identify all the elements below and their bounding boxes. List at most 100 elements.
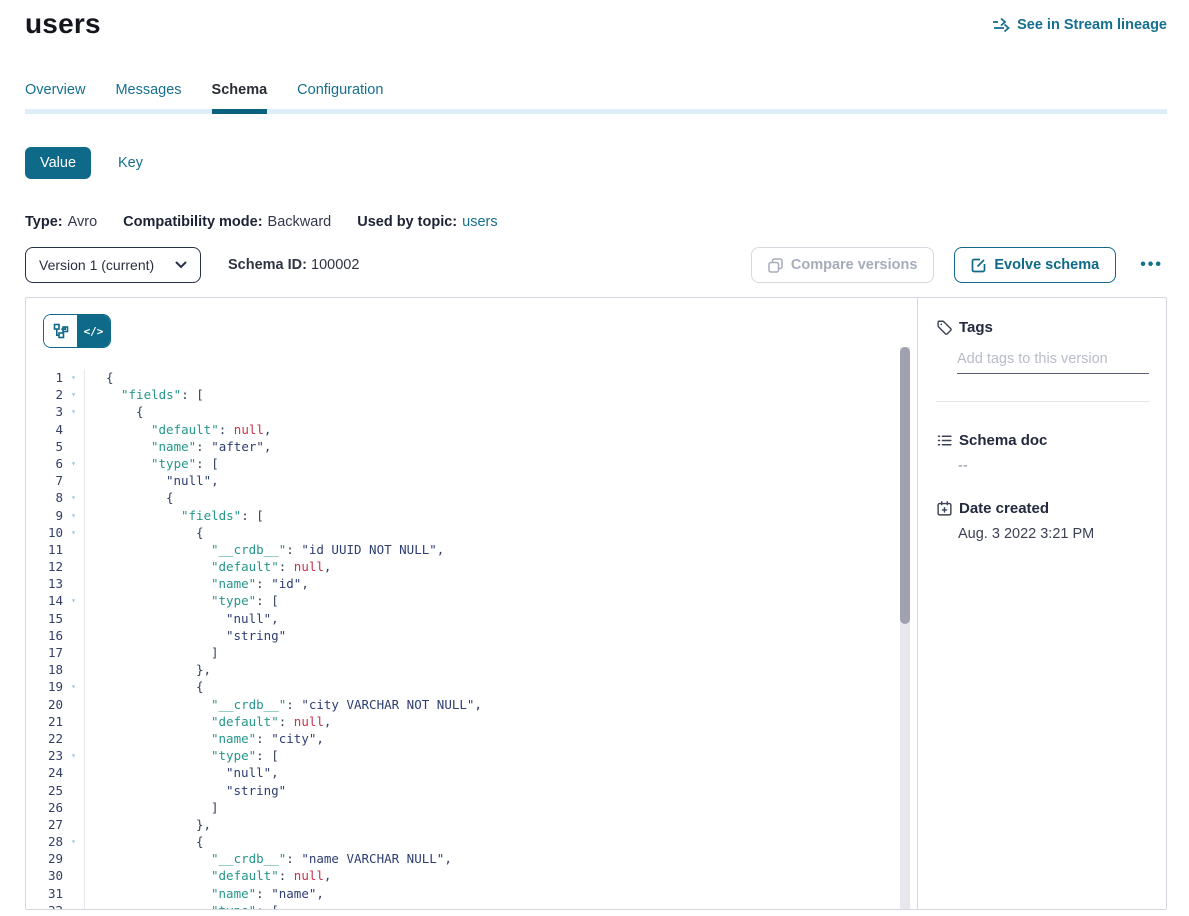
code-line: 11 "__crdb__": "id UUID NOT NULL", [26, 541, 917, 558]
tree-view-button[interactable] [44, 315, 77, 347]
code-line: 5 "name": "after", [26, 438, 917, 455]
fold-spacer [63, 885, 84, 902]
code-text: "__crdb__": "id UUID NOT NULL", [84, 541, 917, 558]
line-number: 1 [26, 369, 63, 386]
fold-arrow-icon[interactable]: ▾ [63, 386, 84, 403]
add-tags-input[interactable] [957, 351, 1149, 374]
line-number: 2 [26, 386, 63, 403]
fold-spacer [63, 541, 84, 558]
line-number: 8 [26, 489, 63, 506]
compare-versions-button[interactable]: Compare versions [751, 247, 935, 283]
code-line: 17] [26, 644, 917, 661]
tab-configuration[interactable]: Configuration [297, 82, 383, 114]
code-text: ] [84, 644, 917, 661]
line-number: 13 [26, 575, 63, 592]
line-number: 23 [26, 747, 63, 764]
line-number: 5 [26, 438, 63, 455]
fold-arrow-icon[interactable]: ▾ [63, 678, 84, 695]
line-number: 31 [26, 885, 63, 902]
code-line: 20"__crdb__": "city VARCHAR NOT NULL", [26, 696, 917, 713]
line-number: 7 [26, 472, 63, 489]
code-line: 6▾"type": [ [26, 455, 917, 472]
line-number: 20 [26, 696, 63, 713]
code-text: { [84, 489, 917, 506]
fold-arrow-icon[interactable]: ▾ [63, 902, 84, 910]
editor-scrollbar-thumb[interactable] [900, 347, 910, 624]
code-line: 3▾{ [26, 403, 917, 420]
code-text: ] [84, 799, 917, 816]
line-number: 26 [26, 799, 63, 816]
code-line: 32▾"type": [ [26, 902, 917, 910]
fold-arrow-icon[interactable]: ▾ [63, 369, 84, 386]
code-text: "fields": [ [84, 386, 917, 403]
code-text: "__crdb__": "name VARCHAR NULL", [84, 850, 917, 867]
used-by-topic: Used by topic:users [357, 214, 497, 230]
editor-scrollbar[interactable] [900, 347, 910, 909]
line-number: 25 [26, 782, 63, 799]
schema-json-editor: 1▾{2▾"fields": [3▾{4"default": null,5"na… [26, 369, 917, 910]
line-number: 16 [26, 627, 63, 644]
code-text: }, [84, 816, 917, 833]
serde-toggle: Value Key [25, 147, 1167, 179]
code-line: 16"string" [26, 627, 917, 644]
sidebar-divider [936, 401, 1149, 402]
fold-arrow-icon[interactable]: ▾ [63, 747, 84, 764]
code-text: "name": "city", [84, 730, 917, 747]
stream-lineage-link[interactable]: See in Stream lineage [992, 17, 1167, 33]
more-options-button[interactable]: ••• [1136, 256, 1167, 274]
fold-spacer [63, 575, 84, 592]
code-line: 26] [26, 799, 917, 816]
fold-spacer [63, 764, 84, 781]
line-number: 11 [26, 541, 63, 558]
version-select[interactable]: Version 1 (current) [25, 247, 201, 283]
fold-arrow-icon[interactable]: ▾ [63, 455, 84, 472]
code-line: 30"default": null, [26, 867, 917, 884]
value-toggle-button[interactable]: Value [25, 147, 91, 179]
code-line: 10▾{ [26, 524, 917, 541]
code-text: }, [84, 661, 917, 678]
schema-code-pane: </> 1▾{2▾"fields": [3▾{4"default": null,… [26, 298, 917, 909]
fold-arrow-icon[interactable]: ▾ [63, 592, 84, 609]
fold-arrow-icon[interactable]: ▾ [63, 403, 84, 420]
fold-arrow-icon[interactable]: ▾ [63, 524, 84, 541]
tab-overview[interactable]: Overview [25, 82, 85, 114]
date-created-value: Aug. 3 2022 3:21 PM [958, 526, 1149, 542]
code-line: 25"string" [26, 782, 917, 799]
code-line: 21"default": null, [26, 713, 917, 730]
code-text: "type": [ [84, 592, 917, 609]
page-title: users [25, 8, 101, 40]
code-text: "type": [ [84, 455, 917, 472]
fold-arrow-icon[interactable]: ▾ [63, 507, 84, 524]
code-text: "type": [ [84, 747, 917, 764]
fold-arrow-icon[interactable]: ▾ [63, 833, 84, 850]
compare-icon [768, 258, 783, 273]
code-line: 29"__crdb__": "name VARCHAR NULL", [26, 850, 917, 867]
code-text: "name": "after", [84, 438, 917, 455]
line-number: 30 [26, 867, 63, 884]
code-line: 13"name": "id", [26, 575, 917, 592]
line-number: 9 [26, 507, 63, 524]
tab-messages[interactable]: Messages [115, 82, 181, 114]
fold-arrow-icon[interactable]: ▾ [63, 489, 84, 506]
code-text: "null", [84, 472, 917, 489]
code-text: { [84, 403, 917, 420]
toolbar-actions: Compare versions Evolve schema ••• [751, 247, 1167, 283]
line-number: 12 [26, 558, 63, 575]
code-line: 12 "default": null, [26, 558, 917, 575]
code-line: 14▾"type": [ [26, 592, 917, 609]
line-number: 17 [26, 644, 63, 661]
topic-link[interactable]: users [462, 214, 497, 230]
code-view-button[interactable]: </> [77, 315, 110, 347]
fold-spacer [63, 558, 84, 575]
tab-schema[interactable]: Schema [212, 82, 268, 114]
stream-lineage-label: See in Stream lineage [1017, 17, 1167, 33]
tags-title: Tags [959, 319, 993, 336]
code-text: "default": null, [84, 558, 917, 575]
key-toggle-link[interactable]: Key [118, 155, 143, 171]
fold-spacer [63, 610, 84, 627]
stream-lineage-icon [992, 17, 1010, 33]
code-line: 7 "null", [26, 472, 917, 489]
code-view-icon: </> [84, 325, 104, 338]
evolve-schema-button[interactable]: Evolve schema [954, 247, 1116, 283]
version-toolbar: Version 1 (current) Schema ID: 100002 Co… [25, 247, 1167, 283]
